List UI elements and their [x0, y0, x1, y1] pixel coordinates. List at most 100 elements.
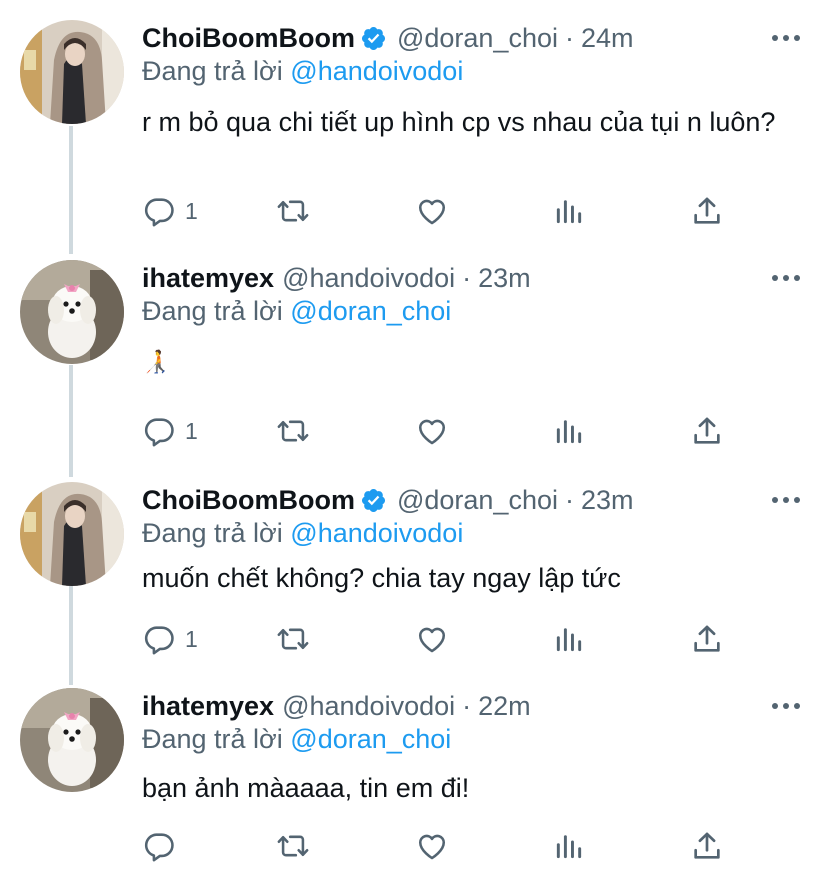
retweet-icon	[275, 622, 311, 656]
display-name[interactable]: ihatemyex	[142, 691, 274, 722]
share-icon	[690, 414, 724, 448]
action-bar: 1	[142, 619, 742, 659]
reply-prefix: Đang trả lời	[142, 724, 283, 754]
analytics-button[interactable]	[553, 619, 585, 659]
avatar[interactable]	[20, 688, 124, 792]
avatar[interactable]	[20, 482, 124, 586]
like-button[interactable]	[415, 619, 449, 659]
tweet-header: ChoiBoomBoom @doran_choi · 24m	[142, 20, 634, 56]
display-name[interactable]: ChoiBoomBoom	[142, 485, 355, 516]
like-button[interactable]	[415, 191, 449, 231]
reply-prefix: Đang trả lời	[142, 296, 283, 326]
share-icon	[690, 622, 724, 656]
girl-hoodie-avatar-image	[20, 20, 124, 124]
timestamp[interactable]: 23m	[478, 263, 531, 294]
more-icon[interactable]	[772, 694, 800, 718]
separator-dot: ·	[462, 690, 472, 721]
analytics-button[interactable]	[553, 826, 585, 866]
reply-icon	[142, 194, 176, 228]
display-name[interactable]: ihatemyex	[142, 263, 274, 294]
reply-button[interactable]	[142, 826, 176, 866]
action-bar: 1	[142, 411, 742, 451]
girl-hoodie-avatar-image	[20, 482, 124, 586]
reply-prefix: Đang trả lời	[142, 518, 283, 548]
action-bar	[142, 826, 742, 866]
share-button[interactable]	[690, 191, 724, 231]
analytics-button[interactable]	[553, 191, 585, 231]
tweet-header: ihatemyex @handoivodoi · 23m	[142, 260, 531, 296]
share-icon	[690, 194, 724, 228]
avatar[interactable]	[20, 260, 124, 364]
share-button[interactable]	[690, 411, 724, 451]
like-icon	[415, 622, 449, 656]
reply-context: Đang trả lời @handoivodoi	[142, 518, 463, 549]
tweet[interactable]: ChoiBoomBoom @doran_choi · 24m Đang trả …	[0, 20, 828, 240]
timestamp[interactable]: 23m	[581, 485, 634, 516]
user-handle[interactable]: @handoivodoi	[282, 691, 455, 722]
avatar[interactable]	[20, 20, 124, 124]
reply-count: 1	[185, 625, 198, 652]
timestamp[interactable]: 22m	[478, 691, 531, 722]
retweet-icon	[275, 414, 311, 448]
white-puppy-avatar-image	[20, 260, 124, 364]
reply-icon	[142, 622, 176, 656]
display-name[interactable]: ChoiBoomBoom	[142, 23, 355, 54]
retweet-button[interactable]	[275, 411, 311, 451]
like-icon	[415, 829, 449, 863]
verified-badge-icon	[360, 25, 387, 52]
verified-badge-icon	[360, 487, 387, 514]
reply-count: 1	[185, 197, 198, 224]
tweet[interactable]: ihatemyex @handoivodoi · 23m Đang trả lờ…	[0, 260, 828, 470]
retweet-button[interactable]	[275, 619, 311, 659]
share-icon	[690, 829, 724, 863]
tweet-text: bạn ảnh màaaaa, tin em đi!	[142, 773, 470, 803]
analytics-icon	[553, 622, 585, 656]
retweet-button[interactable]	[275, 191, 311, 231]
retweet-icon	[275, 194, 311, 228]
reply-button[interactable]: 1	[142, 411, 198, 451]
white-puppy-avatar-image	[20, 688, 124, 792]
like-icon	[415, 194, 449, 228]
user-handle[interactable]: @handoivodoi	[282, 263, 455, 294]
tweet-header: ihatemyex @handoivodoi · 22m	[142, 688, 531, 724]
reply-icon	[142, 414, 176, 448]
tweet-text: r m bỏ qua chi tiết up hình cp vs nhau c…	[142, 107, 776, 137]
more-icon[interactable]	[772, 26, 800, 50]
separator-dot: ·	[462, 262, 472, 293]
action-bar: 1	[142, 191, 742, 231]
like-button[interactable]	[415, 411, 449, 451]
more-icon[interactable]	[772, 488, 800, 512]
reply-button[interactable]: 1	[142, 191, 198, 231]
tweet[interactable]: ihatemyex @handoivodoi · 22m Đang trả lờ…	[0, 688, 828, 869]
analytics-icon	[553, 829, 585, 863]
timestamp[interactable]: 24m	[581, 23, 634, 54]
reply-prefix: Đang trả lời	[142, 56, 283, 86]
like-button[interactable]	[415, 826, 449, 866]
retweet-icon	[275, 829, 311, 863]
separator-dot: ·	[564, 22, 574, 53]
share-button[interactable]	[690, 619, 724, 659]
reply-count: 1	[185, 417, 198, 444]
mention-link[interactable]: @handoivodoi	[290, 56, 463, 86]
tweet-header: ChoiBoomBoom @doran_choi · 23m	[142, 482, 634, 518]
reply-button[interactable]: 1	[142, 619, 198, 659]
analytics-button[interactable]	[553, 411, 585, 451]
reply-context: Đang trả lời @doran_choi	[142, 296, 451, 327]
mention-link[interactable]: @doran_choi	[290, 724, 451, 754]
mention-link[interactable]: @handoivodoi	[290, 518, 463, 548]
reply-icon	[142, 829, 176, 863]
tweet-text: muốn chết không? chia tay ngay lập tức	[142, 563, 621, 593]
separator-dot: ·	[564, 484, 574, 515]
mention-link[interactable]: @doran_choi	[290, 296, 451, 326]
more-icon[interactable]	[772, 266, 800, 290]
tweet-text: 🧑‍🦯	[142, 349, 170, 374]
tweet[interactable]: ChoiBoomBoom @doran_choi · 23m Đang trả …	[0, 482, 828, 672]
share-button[interactable]	[690, 826, 724, 866]
user-handle[interactable]: @doran_choi	[397, 485, 558, 516]
like-icon	[415, 414, 449, 448]
user-handle[interactable]: @doran_choi	[397, 23, 558, 54]
analytics-icon	[553, 194, 585, 228]
retweet-button[interactable]	[275, 826, 311, 866]
reply-context: Đang trả lời @doran_choi	[142, 724, 451, 755]
reply-context: Đang trả lời @handoivodoi	[142, 56, 463, 87]
